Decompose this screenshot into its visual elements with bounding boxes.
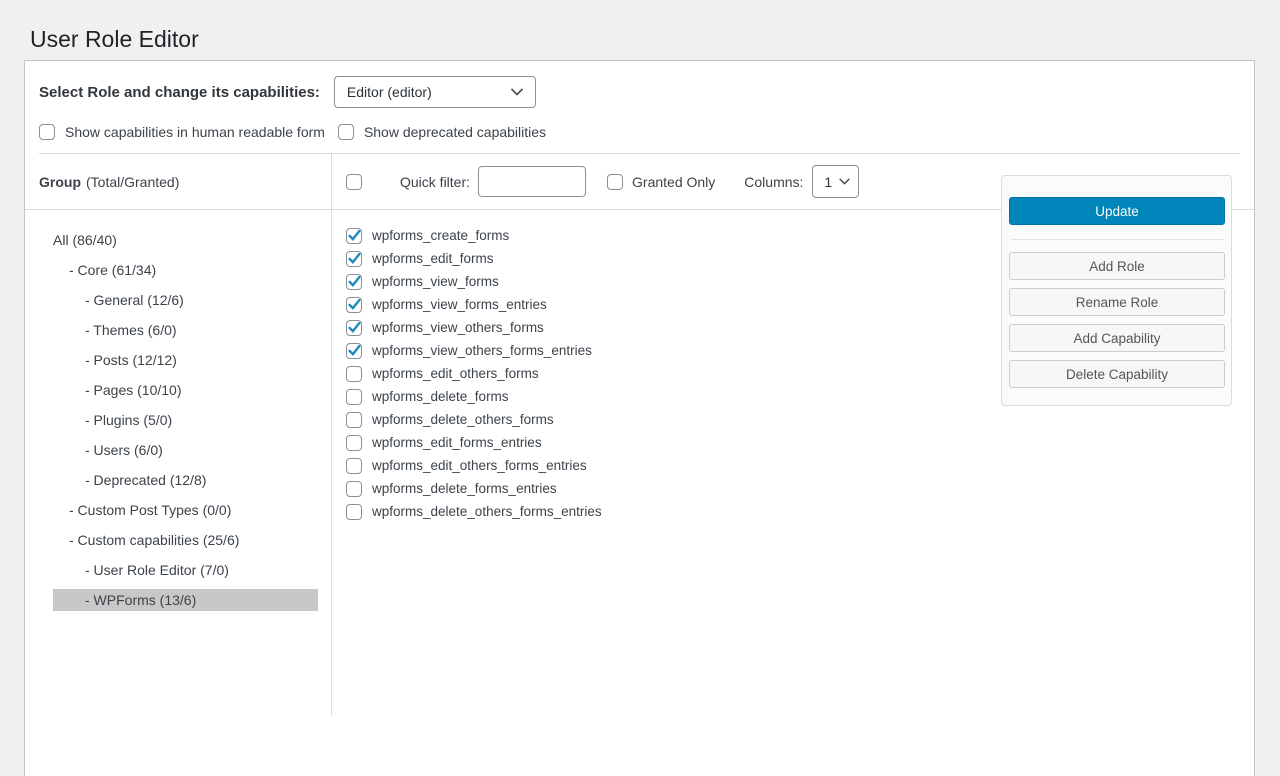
- quick-filter-label: Quick filter:: [400, 174, 470, 190]
- capability-row: wpforms_delete_forms_entries: [346, 477, 1254, 500]
- update-button[interactable]: Update: [1009, 197, 1225, 225]
- group-tree-item[interactable]: - General (12/6): [53, 289, 318, 311]
- group-tree-item[interactable]: - Core (61/34): [53, 259, 318, 281]
- group-tree-item[interactable]: - Custom capabilities (25/6): [53, 529, 318, 551]
- check-icon: [348, 345, 361, 356]
- check-icon: [348, 322, 361, 333]
- capability-row: wpforms_delete_others_forms_entries: [346, 500, 1254, 523]
- show-human-readable-label: Show capabilities in human readable form: [65, 124, 325, 140]
- group-tree-item[interactable]: - WPForms (13/6): [53, 589, 318, 611]
- group-tree-item-label: - Themes (6/0): [85, 322, 177, 338]
- capability-label: wpforms_create_forms: [372, 228, 509, 243]
- group-tree-item-label: - User Role Editor (7/0): [85, 562, 229, 578]
- capability-checkbox[interactable]: [346, 366, 362, 382]
- group-tree-item[interactable]: All (86/40): [53, 229, 318, 251]
- capability-label: wpforms_delete_others_forms_entries: [372, 504, 602, 519]
- granted-only-checkbox[interactable]: [607, 174, 623, 190]
- check-icon: [348, 253, 361, 264]
- capability-checkbox[interactable]: [346, 389, 362, 405]
- capability-label: wpforms_view_forms: [372, 274, 499, 289]
- user-role-editor-panel: Select Role and change its capabilities:…: [24, 60, 1255, 776]
- groups-header: Group (Total/Granted): [25, 154, 331, 210]
- groups-header-note: (Total/Granted): [86, 174, 179, 190]
- actions-panel: Update Add Role Rename Role Add Capabili…: [1001, 175, 1232, 406]
- capability-checkbox[interactable]: [346, 274, 362, 290]
- capability-checkbox[interactable]: [346, 251, 362, 267]
- capability-checkbox[interactable]: [346, 320, 362, 336]
- group-tree-item[interactable]: - User Role Editor (7/0): [53, 559, 318, 581]
- chevron-down-icon: [511, 88, 523, 96]
- group-tree-item[interactable]: - Posts (12/12): [53, 349, 318, 371]
- capabilities-panel: Quick filter: Granted Only Columns: 1 wp…: [332, 154, 1254, 714]
- role-controls: Select Role and change its capabilities:…: [25, 61, 1254, 154]
- check-icon: [348, 276, 361, 287]
- show-deprecated-label: Show deprecated capabilities: [364, 124, 546, 140]
- check-icon: [348, 299, 361, 310]
- actions-divider: [1011, 239, 1223, 240]
- columns-select-value: 1: [824, 174, 832, 190]
- capability-row: wpforms_edit_forms_entries: [346, 431, 1254, 454]
- page-title: User Role Editor: [0, 0, 1280, 61]
- select-all-checkbox[interactable]: [346, 174, 362, 190]
- group-tree-item-label: - Plugins (5/0): [85, 412, 172, 428]
- groups-panel: Group (Total/Granted) All (86/40) - Core…: [25, 154, 332, 716]
- group-tree-item-label: - Posts (12/12): [85, 352, 177, 368]
- rename-role-button[interactable]: Rename Role: [1009, 288, 1225, 316]
- group-tree-item[interactable]: - Themes (6/0): [53, 319, 318, 341]
- capability-checkbox[interactable]: [346, 435, 362, 451]
- group-tree-item[interactable]: - Pages (10/10): [53, 379, 318, 401]
- role-select[interactable]: Editor (editor): [334, 76, 536, 108]
- capability-checkbox[interactable]: [346, 504, 362, 520]
- capability-label: wpforms_edit_forms: [372, 251, 494, 266]
- delete-capability-button[interactable]: Delete Capability: [1009, 360, 1225, 388]
- show-deprecated-checkbox[interactable]: [338, 124, 354, 140]
- group-tree-item[interactable]: - Deprecated (12/8): [53, 469, 318, 491]
- groups-tree: All (86/40) - Core (61/34) - General (12…: [25, 210, 331, 611]
- capability-label: wpforms_view_others_forms_entries: [372, 343, 592, 358]
- capability-label: wpforms_delete_forms_entries: [372, 481, 557, 496]
- group-tree-item-label: - Custom Post Types (0/0): [69, 502, 231, 518]
- role-select-value: Editor (editor): [347, 84, 432, 100]
- add-role-button[interactable]: Add Role: [1009, 252, 1225, 280]
- capability-row: wpforms_edit_others_forms_entries: [346, 454, 1254, 477]
- capability-checkbox[interactable]: [346, 458, 362, 474]
- capability-label: wpforms_edit_others_forms: [372, 366, 539, 381]
- capability-checkbox[interactable]: [346, 481, 362, 497]
- capability-label: wpforms_view_others_forms: [372, 320, 544, 335]
- group-tree-item-label: - Users (6/0): [85, 442, 163, 458]
- capability-label: wpforms_delete_forms: [372, 389, 509, 404]
- capability-checkbox[interactable]: [346, 228, 362, 244]
- quick-filter-input[interactable]: [478, 166, 586, 197]
- group-tree-item[interactable]: - Plugins (5/0): [53, 409, 318, 431]
- group-tree-item-label: - General (12/6): [85, 292, 184, 308]
- columns-label: Columns:: [744, 174, 803, 190]
- group-tree-item-label: - Pages (10/10): [85, 382, 182, 398]
- capability-checkbox[interactable]: [346, 412, 362, 428]
- add-capability-button[interactable]: Add Capability: [1009, 324, 1225, 352]
- groups-header-bold: Group: [39, 174, 81, 190]
- capability-checkbox[interactable]: [346, 297, 362, 313]
- group-tree-item-label: - Core (61/34): [69, 262, 156, 278]
- granted-only-label: Granted Only: [632, 174, 715, 190]
- columns-select[interactable]: 1: [812, 165, 859, 198]
- capability-checkbox[interactable]: [346, 343, 362, 359]
- group-tree-item-label: - Custom capabilities (25/6): [69, 532, 239, 548]
- capability-label: wpforms_delete_others_forms: [372, 412, 554, 427]
- group-tree-item[interactable]: - Users (6/0): [53, 439, 318, 461]
- capability-label: wpforms_edit_forms_entries: [372, 435, 542, 450]
- check-icon: [348, 230, 361, 241]
- group-tree-item[interactable]: - Custom Post Types (0/0): [53, 499, 318, 521]
- group-tree-item-label: All (86/40): [53, 232, 117, 248]
- select-role-label: Select Role and change its capabilities:: [39, 84, 320, 101]
- capability-label: wpforms_view_forms_entries: [372, 297, 547, 312]
- capability-label: wpforms_edit_others_forms_entries: [372, 458, 587, 473]
- capability-row: wpforms_delete_others_forms: [346, 408, 1254, 431]
- chevron-down-icon: [839, 178, 850, 185]
- show-human-readable-checkbox[interactable]: [39, 124, 55, 140]
- group-tree-item-label: - Deprecated (12/8): [85, 472, 206, 488]
- group-tree-item-label: - WPForms (13/6): [85, 592, 196, 608]
